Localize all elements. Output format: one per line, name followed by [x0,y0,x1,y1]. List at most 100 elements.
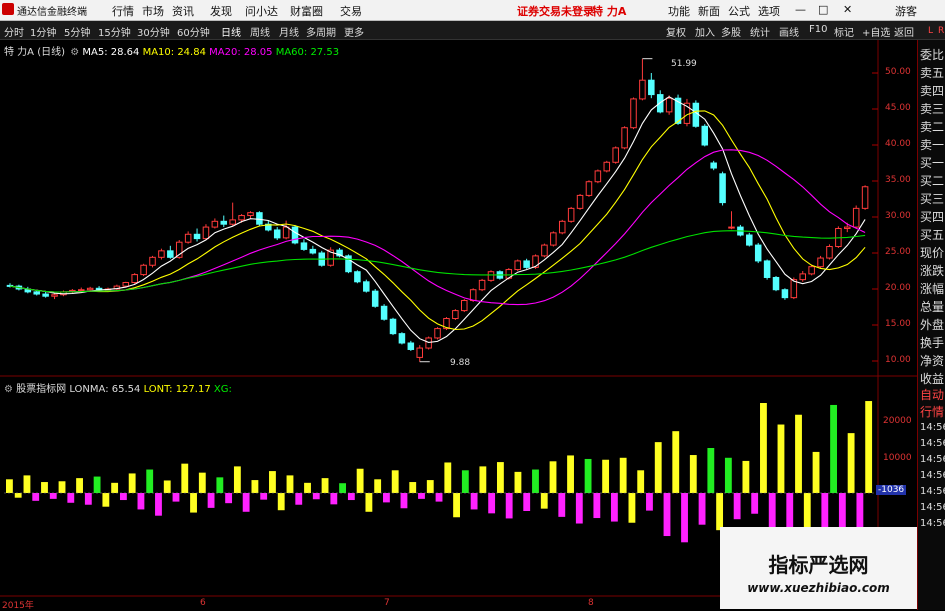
candle-up [541,244,548,257]
indicator-bar-negative [593,493,601,519]
minimize-button[interactable]: — [795,3,806,16]
indicator-bar-negative [646,493,653,511]
y-tick-10: 10.00 [885,355,911,365]
app-title: 通达信金融终端 [17,7,87,18]
period-daily[interactable]: 日线 [221,24,241,39]
candle-up [799,273,807,281]
indicator-bar-negative [698,493,706,525]
period-toolbar: 分时 1分钟 5分钟 15分钟 30分钟 60分钟 日线 周线 月线 多周期 更… [0,21,945,40]
tool-jiaru[interactable]: 加入 [695,24,715,39]
indicator-bar-positive [549,461,557,493]
indicator-bar-positive [865,401,873,493]
menu-item-xuanxiang[interactable]: 选项 [758,3,780,19]
period-60min[interactable]: 60分钟 [177,24,210,39]
candle-up [238,215,245,221]
period-fenshi[interactable]: 分时 [4,24,24,39]
tool-fanhui[interactable]: 返回 [894,24,914,39]
tool-duogu[interactable]: 多股 [721,24,741,39]
y-tick-25: 25.00 [885,247,911,257]
indicator-bar-negative [330,493,338,505]
tool-zixuan[interactable]: +自选 [862,24,890,39]
candle-up [790,279,798,299]
indicator-bar-negative [277,493,285,511]
indicator-bar-positive [830,404,838,493]
menu-item-zixun[interactable]: 资讯 [172,3,194,19]
indicator-bar-positive [654,442,662,493]
indicator-bar-negative [49,493,57,499]
candle-down [273,229,281,239]
period-monthly[interactable]: 月线 [279,24,299,39]
indicator-bar-positive [111,482,119,493]
candle-down [389,318,397,335]
candle-up [416,347,423,358]
period-5min[interactable]: 5分钟 [64,24,90,39]
menu-item-gongneng[interactable]: 功能 [668,3,690,19]
candle-up [630,98,637,129]
candle-up [808,266,815,275]
login-notice[interactable]: 证券交易未登录 [517,3,594,19]
period-1min[interactable]: 1分钟 [30,24,56,39]
period-15min[interactable]: 15分钟 [98,24,131,39]
indicator-bar-positive [391,470,399,493]
kline-chart[interactable] [0,40,917,609]
indicator-bar-positive [672,431,680,493]
indicator-bar-positive [41,482,48,493]
candle-up [158,250,165,258]
candle-up [861,186,869,209]
candle-down [719,173,726,204]
candle-up [425,337,432,349]
menu-item-hangqing[interactable]: 行情 [112,3,134,19]
candle-up [211,220,219,228]
candle-up [86,287,94,291]
indicator-bar-positive [689,455,697,493]
indicator-bar-negative [453,493,460,518]
indicator-bar-negative [102,493,110,507]
menu-item-shichang[interactable]: 市场 [142,3,164,19]
period-weekly[interactable]: 周线 [250,24,270,39]
panel-hangqing[interactable]: 行情 [920,403,945,420]
period-more[interactable]: 更多 [344,24,364,39]
indicator-bar-negative [383,493,390,503]
indicator-bar-positive [724,457,732,493]
tool-fuquan[interactable]: 复权 [666,24,686,39]
candle-up [247,212,254,217]
tool-tongji[interactable]: 统计 [750,24,770,39]
panel-sell5: 卖五 [920,66,945,80]
menu-item-caifuquan[interactable]: 财富圈 [290,3,323,19]
tool-biaoji[interactable]: 标记 [834,24,854,39]
indicator-bar-negative [190,493,197,513]
indicator-bar-positive [795,414,802,493]
menu-item-xinmian[interactable]: 新面 [698,3,720,19]
tool-f10[interactable]: F10 [809,24,827,35]
candle-down [781,289,789,299]
menu-item-faxian[interactable]: 发现 [210,3,232,19]
indicator-bar-positive [269,471,276,493]
panel-outer: 外盘 [920,318,945,332]
period-multi[interactable]: 多周期 [306,24,336,39]
panel-auto[interactable]: 自动 [920,386,945,403]
candle-down [763,260,771,278]
x-label-6: 6 [200,598,206,608]
panel-time-5: 14:56 [920,486,945,497]
candle-down [309,248,317,254]
indicator-bar-positive [23,475,31,493]
maximize-button[interactable]: □ [818,3,828,16]
menu-item-wenxiaoda[interactable]: 问小达 [245,3,278,19]
candle-up [612,147,619,163]
indicator-bar-positive [742,460,750,493]
close-button[interactable]: ✕ [843,3,852,16]
panel-sell1: 卖一 [920,138,945,152]
guest-label[interactable]: 游客 [895,3,917,19]
y-tick-50: 50.00 [885,67,911,77]
menu-item-jiaoyi[interactable]: 交易 [340,3,362,19]
tool-huaxian[interactable]: 画线 [779,24,799,39]
period-30min[interactable]: 30分钟 [137,24,170,39]
indicator-bar-negative [733,493,741,520]
indicator-bar-positive [128,473,136,493]
indicator-bar-positive [321,478,329,493]
menu-item-gongshi[interactable]: 公式 [728,3,750,19]
ma5-line [9,96,866,343]
indicator-bar-negative [751,493,759,514]
indicator-bar-positive [496,462,504,493]
indicator-bar-positive [356,468,364,493]
